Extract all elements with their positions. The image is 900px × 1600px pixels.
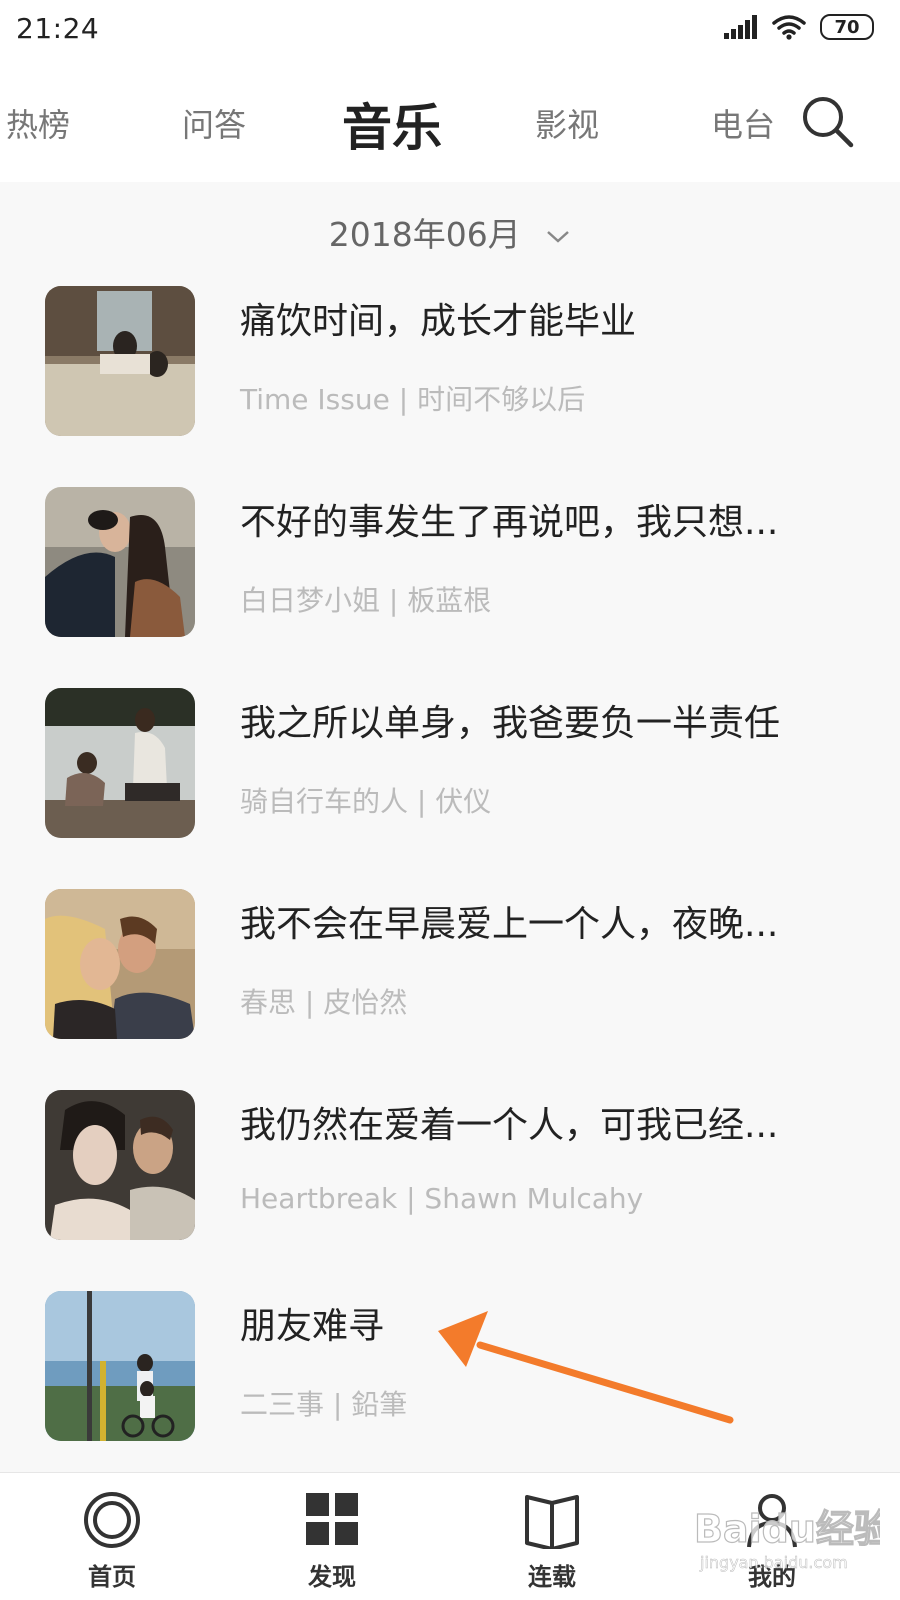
cover-image — [45, 889, 195, 1039]
bottom-tab-serial[interactable]: 连载 — [472, 1473, 632, 1600]
tab-video[interactable]: 影视 — [535, 100, 599, 146]
signal-icon — [724, 15, 757, 39]
status-time: 21:24 — [16, 12, 100, 45]
song-subtitle: 骑自行车的人 | 伏仪 — [240, 785, 492, 818]
list-item[interactable]: 我不会在早晨爱上一个人，夜晚... 春思 | 皮怡然 — [0, 889, 900, 1039]
date-label: 2018年06月 — [328, 215, 521, 254]
tab-hot[interactable]: 热榜 — [6, 100, 70, 146]
song-subtitle: Time Issue | 时间不够以后 — [240, 383, 586, 416]
song-title: 我不会在早晨爱上一个人，夜晚... — [240, 904, 779, 945]
song-title: 朋友难寻 — [240, 1306, 385, 1347]
top-nav: 热榜 问答 音乐 影视 电台 — [0, 60, 900, 182]
song-title: 痛饮时间，成长才能毕业 — [240, 301, 637, 342]
list-item[interactable]: 朋友难寻 二三事 | 鉛筆 — [0, 1291, 900, 1441]
book-icon — [525, 1495, 579, 1549]
bottom-tab-discover[interactable]: 发现 — [252, 1473, 412, 1600]
song-title: 我仍然在爱着一个人，可我已经... — [240, 1105, 779, 1146]
cover-image — [45, 286, 195, 436]
search-icon[interactable] — [800, 94, 856, 150]
wifi-icon — [772, 15, 806, 40]
person-icon — [747, 1494, 797, 1548]
battery-icon: 70 — [820, 14, 874, 40]
list-item[interactable]: 痛饮时间，成长才能毕业 Time Issue | 时间不够以后 — [0, 286, 900, 436]
song-subtitle: Heartbreak | Shawn Mulcahy — [240, 1182, 644, 1215]
battery-level: 70 — [834, 16, 860, 38]
cover-image — [45, 1090, 195, 1240]
list-item[interactable]: 我之所以单身，我爸要负一半责任 骑自行车的人 | 伏仪 — [0, 688, 900, 838]
song-subtitle: 二三事 | 鉛筆 — [240, 1388, 408, 1421]
cover-image — [45, 487, 195, 637]
bottom-tab-label: 我的 — [748, 1563, 796, 1591]
list-item[interactable]: 我仍然在爱着一个人，可我已经... Heartbreak | Shawn Mul… — [0, 1090, 900, 1240]
bottom-tab-home[interactable]: 首页 — [32, 1473, 192, 1600]
song-subtitle: 春思 | 皮怡然 — [240, 986, 408, 1019]
song-title: 我之所以单身，我爸要负一半责任 — [240, 703, 781, 744]
status-icons: 70 — [724, 14, 874, 40]
grid-icon — [306, 1493, 358, 1545]
list-item[interactable]: 不好的事发生了再说吧，我只想... 白日梦小姐 | 板蓝根 — [0, 487, 900, 637]
bottom-nav: 首页 发现 连载 我的 — [0, 1472, 900, 1600]
cover-image — [45, 688, 195, 838]
tab-music[interactable]: 音乐 — [342, 88, 442, 160]
date-picker[interactable]: 2018年06月 — [0, 208, 900, 256]
home-circle-icon — [84, 1492, 140, 1548]
chevron-down-icon — [547, 230, 570, 243]
cover-image — [45, 1291, 195, 1441]
tab-radio[interactable]: 电台 — [711, 100, 775, 146]
bottom-tab-label: 首页 — [88, 1563, 136, 1591]
bottom-tab-label: 发现 — [308, 1563, 356, 1591]
status-bar: 21:24 70 — [0, 0, 900, 60]
bottom-tab-mine[interactable]: 我的 — [692, 1473, 852, 1600]
song-title: 不好的事发生了再说吧，我只想... — [240, 502, 779, 543]
bottom-tab-label: 连载 — [528, 1563, 576, 1591]
song-subtitle: 白日梦小姐 | 板蓝根 — [240, 584, 492, 617]
tab-qa[interactable]: 问答 — [182, 100, 246, 146]
